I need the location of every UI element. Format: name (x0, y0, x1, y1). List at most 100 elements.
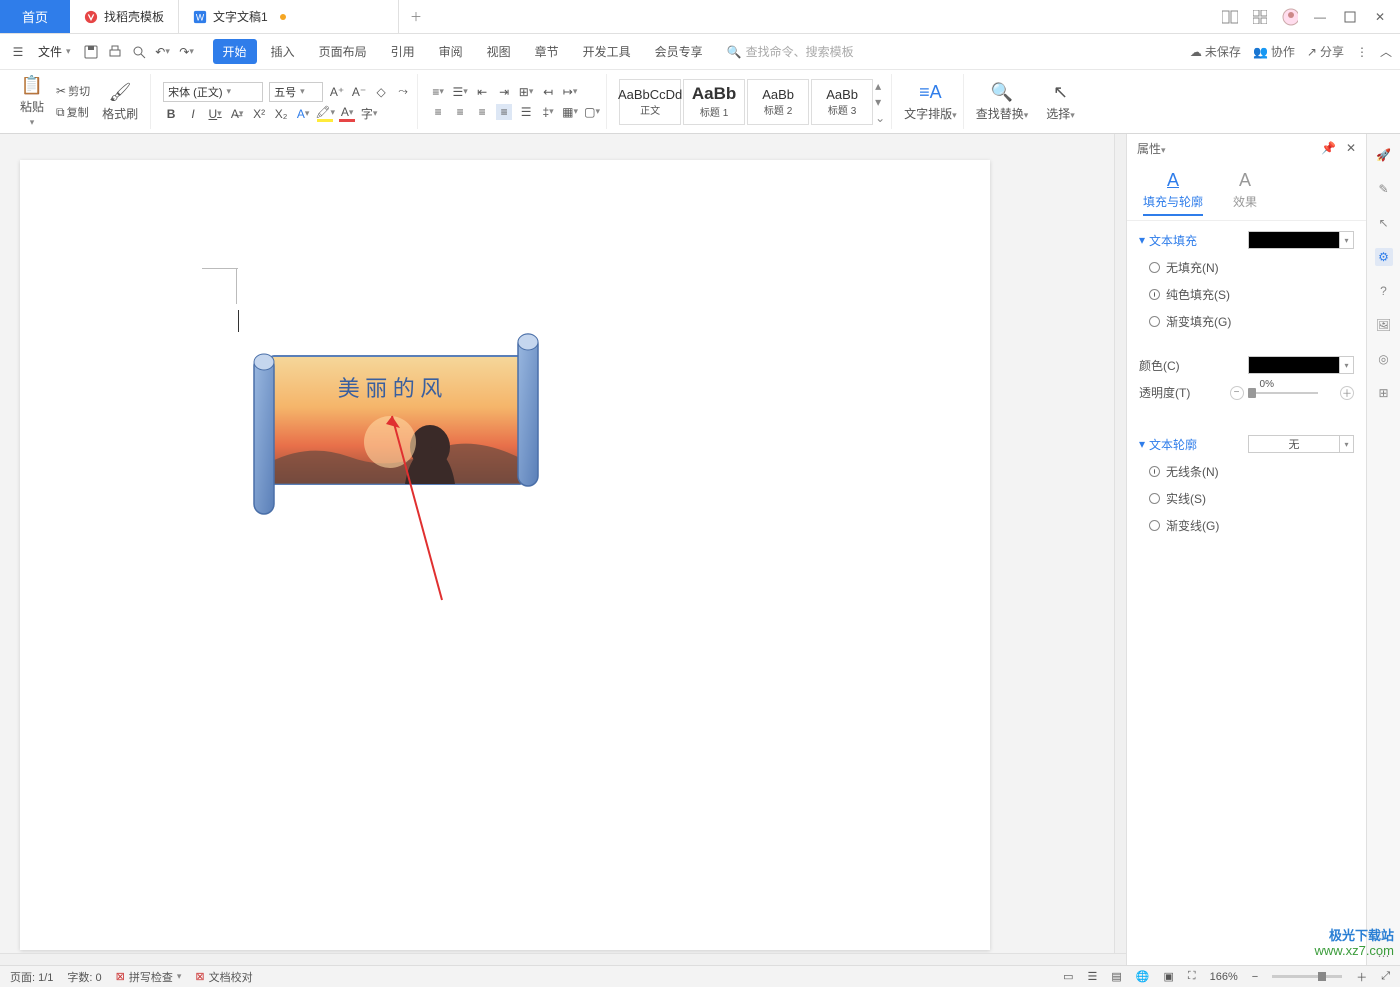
dotgrid-icon[interactable]: ⊞ (1375, 384, 1393, 402)
help-icon[interactable]: ? (1375, 282, 1393, 300)
status-page[interactable]: 页面: 1/1 (10, 969, 53, 985)
tab-fill-outline[interactable]: A填充与轮廓 (1143, 166, 1203, 216)
horizontal-scrollbar[interactable] (0, 953, 1126, 965)
zoom-out-icon[interactable]: − (1252, 971, 1258, 983)
opacity-minus-icon[interactable]: − (1230, 386, 1244, 400)
menu-insert[interactable]: 插入 (261, 39, 305, 64)
document-canvas[interactable]: 美 丽 的 风 (0, 134, 1126, 965)
section-text-outline[interactable]: ▾ 文本轮廓 (1139, 436, 1197, 453)
unsaved-button[interactable]: ☁未保存 (1190, 43, 1241, 60)
view-focus-icon[interactable]: ▣ (1164, 970, 1174, 983)
select-button[interactable]: ↖ 选择▾ (1040, 82, 1081, 122)
save-icon[interactable] (81, 42, 101, 62)
preview-icon[interactable] (129, 42, 149, 62)
align-center-icon[interactable]: ≡ (452, 104, 468, 120)
strike-button[interactable]: A̶▾ (229, 106, 245, 122)
panel-close-icon[interactable]: ✕ (1346, 141, 1356, 155)
numbering-icon[interactable]: ☰▾ (452, 84, 468, 100)
radio-no-line[interactable]: 无线条(N) (1139, 463, 1354, 480)
cut-button[interactable]: ✂剪切 (54, 82, 92, 100)
layout-icon[interactable] (1222, 9, 1238, 25)
section-text-fill[interactable]: ▾ 文本填充 (1139, 232, 1197, 249)
menu-dev[interactable]: 开发工具 (573, 39, 641, 64)
subscript-button[interactable]: X₂ (273, 106, 289, 122)
vertical-scrollbar[interactable] (1114, 134, 1126, 953)
sliders-icon[interactable]: ⚙ (1375, 248, 1393, 266)
distribute-icon[interactable]: ☰ (518, 104, 534, 120)
radio-gradient-line[interactable]: 渐变线(G) (1139, 517, 1354, 534)
outline-select-dd[interactable]: ▾ (1340, 435, 1354, 453)
status-words[interactable]: 字数: 0 (67, 969, 101, 985)
zoom-slider[interactable] (1272, 975, 1342, 978)
outdent-icon[interactable]: ⇤ (474, 84, 490, 100)
menu-member[interactable]: 会员专享 (645, 39, 713, 64)
style-more-icon[interactable]: ⌄ (875, 111, 885, 125)
pointer-icon[interactable]: ↖ (1375, 214, 1393, 232)
menu-view[interactable]: 视图 (477, 39, 521, 64)
copy-button[interactable]: ⧉复制 (54, 103, 92, 121)
status-proof[interactable]: ⊠文档校对 (195, 969, 252, 985)
style-h2[interactable]: AaBb标题 2 (747, 79, 809, 125)
coop-button[interactable]: 👥协作 (1253, 43, 1295, 60)
share-button[interactable]: ↗分享 (1307, 43, 1344, 60)
borders-icon[interactable]: ▢▾ (584, 104, 600, 120)
italic-button[interactable]: I (185, 106, 201, 122)
find-replace-button[interactable]: 🔍 查找替换▾ (970, 82, 1035, 122)
scroll-shape[interactable]: 美 丽 的 风 (250, 332, 544, 518)
undo-icon[interactable]: ↶▾ (153, 42, 173, 62)
style-body[interactable]: AaBbCcDd正文 (619, 79, 681, 125)
phonetic-button[interactable]: 字▾ (361, 106, 377, 122)
align-justify-icon[interactable]: ≡ (496, 104, 512, 120)
rtl-icon[interactable]: ↦▾ (562, 84, 578, 100)
rocket-icon[interactable]: 🚀 (1375, 146, 1393, 164)
tab-effect[interactable]: A效果 (1233, 166, 1257, 216)
clear-format-icon[interactable]: ◇ (373, 84, 389, 100)
underline-button[interactable]: U▾ (207, 106, 223, 122)
fill-swatch[interactable] (1248, 231, 1340, 249)
radio-gradient-fill[interactable]: 渐变填充(G) (1139, 313, 1354, 330)
menu-review[interactable]: 审阅 (429, 39, 473, 64)
avatar-icon[interactable] (1282, 9, 1298, 25)
fullscreen-icon[interactable]: ⤢ (1381, 970, 1390, 983)
tab-home[interactable]: 首页 (0, 0, 70, 33)
radio-solid-line[interactable]: 实线(S) (1139, 490, 1354, 507)
status-spell[interactable]: ⊠拼写检查▾ (116, 969, 182, 985)
align-right-icon[interactable]: ≡ (474, 104, 490, 120)
grid-icon[interactable] (1252, 9, 1268, 25)
hamburger-icon[interactable]: ☰ (8, 42, 28, 62)
file-menu[interactable]: 文件▾ (32, 43, 77, 60)
maximize-button[interactable] (1342, 9, 1358, 25)
paste-button[interactable]: 📋 粘贴▾ (14, 75, 50, 128)
font-color-button[interactable]: A▾ (339, 106, 355, 122)
bullets-icon[interactable]: ≡▾ (430, 84, 446, 100)
menu-layout[interactable]: 页面布局 (309, 39, 377, 64)
close-button[interactable]: ✕ (1372, 9, 1388, 25)
format-painter-button[interactable]: 🖌 格式刷 (96, 82, 144, 122)
view-web-icon[interactable]: 🌐 (1136, 970, 1150, 983)
menu-refer[interactable]: 引用 (381, 39, 425, 64)
fill-swatch-dd[interactable]: ▾ (1340, 231, 1354, 249)
align-left-icon[interactable]: ≡ (430, 104, 446, 120)
shrink-font-icon[interactable]: A⁻ (351, 84, 367, 100)
location-icon[interactable]: ◎ (1375, 350, 1393, 368)
menu-chapter[interactable]: 章节 (525, 39, 569, 64)
style-up-icon[interactable]: ▴ (875, 79, 885, 93)
menu-start[interactable]: 开始 (213, 39, 257, 64)
pin-icon[interactable]: 📌 (1321, 141, 1336, 155)
tab-icon[interactable]: ⊞▾ (518, 84, 534, 100)
collapse-ribbon[interactable]: ︿ (1380, 43, 1392, 60)
new-tab-button[interactable]: ＋ (399, 0, 433, 33)
view-outline-icon[interactable]: ▤ (1111, 970, 1121, 983)
text-layout-button[interactable]: ≡A 文字排版▾ (898, 74, 964, 129)
color-swatch[interactable] (1248, 356, 1340, 374)
shading-icon[interactable]: ▦▾ (562, 104, 578, 120)
outline-select[interactable]: 无 (1248, 435, 1340, 453)
view-read-icon[interactable]: ☰ (1088, 970, 1098, 983)
minimize-button[interactable]: — (1312, 9, 1328, 25)
font-size-select[interactable]: 五号▾ (269, 82, 323, 102)
style-down-icon[interactable]: ▾ (875, 95, 885, 109)
style-h3[interactable]: AaBb标题 3 (811, 79, 873, 125)
ltr-icon[interactable]: ↤ (540, 84, 556, 100)
zoom-fit-icon[interactable]: ⛶ (1188, 970, 1196, 983)
more-menu[interactable]: ⋮ (1356, 45, 1368, 59)
